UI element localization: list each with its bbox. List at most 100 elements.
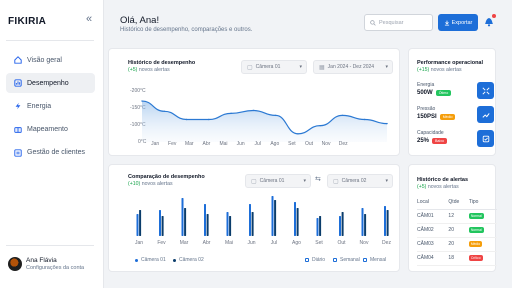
brand-logo: FIKIRIA — [8, 16, 47, 27]
user-profile[interactable]: Ana Flávia Configurações da conta — [8, 257, 84, 271]
sidebar-item-mapeamento[interactable]: Mapeamento — [6, 120, 95, 140]
energia-action-button[interactable] — [477, 82, 494, 99]
bolt-icon — [14, 102, 22, 110]
collapse-sidebar-icon[interactable]: « — [86, 13, 92, 25]
bar-camera-01 — [249, 204, 251, 236]
table-header-row: Local Qtde Tipo — [417, 195, 497, 210]
legend-camera-02: Câmera 02 — [173, 257, 204, 263]
pressao-action-button[interactable] — [477, 106, 494, 123]
map-icon — [14, 126, 22, 134]
data-point — [208, 118, 210, 121]
bar-camera-02 — [139, 210, 142, 236]
sidebar-item-energia[interactable]: Energia — [6, 96, 95, 116]
status-badge: Ótimo — [435, 90, 452, 96]
sidebar-item-visao-geral[interactable]: Visão geral — [6, 50, 95, 70]
x-tick-label: Dez — [382, 240, 391, 246]
x-tick-label: Jan — [151, 141, 159, 147]
x-tick-label: Abr — [203, 141, 211, 147]
x-tick-label: Set — [315, 240, 323, 246]
status-badge: Crítico — [468, 255, 483, 261]
page-subtitle: Histórico de desempenho, comparações e o… — [120, 27, 253, 33]
x-tick-label: Mai — [225, 240, 233, 246]
bar-camera-02 — [341, 212, 344, 236]
checkbox-icon — [363, 258, 367, 262]
trend-icon — [481, 112, 490, 118]
x-tick-label: Out — [305, 141, 314, 147]
sidebar-divider — [6, 245, 94, 246]
page-title: Olá, Ana! — [120, 15, 160, 26]
data-point — [274, 114, 277, 117]
comparison-card: Comparação de desempenho (+10) novos ale… — [108, 164, 400, 272]
sidebar-item-desempenho[interactable]: Desempenho — [6, 73, 95, 94]
capacidade-action-button[interactable] — [477, 130, 494, 147]
bar-camera-01 — [294, 202, 296, 236]
checkbox-icon — [333, 258, 337, 262]
sidebar-item-gestao-clientes[interactable]: Gestão de clientes — [6, 143, 95, 163]
sidebar-nav: Visão geral Desempenho Energia Mapeament… — [6, 50, 95, 166]
bar-camera-02 — [251, 212, 254, 236]
perf-value: 25% — [417, 138, 430, 144]
bar-camera-01 — [361, 208, 364, 236]
bar-camera-01 — [316, 218, 319, 236]
x-tick-label: Ago — [270, 141, 279, 147]
status-badge: Baixo — [432, 138, 448, 144]
sidebar-item-label: Mapeamento — [27, 126, 68, 134]
table-row[interactable]: CÂM01 12 Normal — [417, 209, 497, 224]
notification-dot — [492, 14, 496, 18]
export-button[interactable]: Exportar — [438, 14, 478, 31]
bar-camera-02 — [274, 200, 277, 236]
sidebar-item-label: Desempenho — [27, 79, 69, 87]
search-placeholder: Pesquisar — [379, 19, 404, 26]
bar-camera-02 — [229, 216, 232, 236]
legend-dot — [135, 258, 138, 262]
notifications-button[interactable] — [482, 14, 496, 28]
clients-icon — [14, 149, 22, 157]
table-row[interactable]: CÂM02 20 Normal — [417, 223, 497, 238]
data-point — [341, 114, 344, 117]
check-square-icon — [482, 135, 489, 142]
status-badge: Médio — [439, 114, 456, 120]
bar-camera-02 — [184, 208, 187, 236]
bar-camera-01 — [136, 214, 139, 236]
data-point — [364, 118, 366, 121]
search-input[interactable]: Pesquisar — [364, 14, 433, 31]
table-row[interactable]: CÂM04 18 Crítico — [417, 251, 497, 266]
period-monthly-toggle[interactable]: Mensal — [363, 257, 386, 263]
x-tick-label: Nov — [322, 141, 331, 147]
x-tick-label: Ago — [292, 240, 301, 246]
bar-camera-01 — [384, 206, 386, 236]
user-name: Ana Flávia — [26, 257, 57, 264]
home-icon — [14, 56, 22, 64]
bar-camera-02 — [386, 210, 389, 236]
column-header: Tipo — [468, 195, 497, 210]
data-point — [185, 118, 188, 121]
download-icon — [444, 20, 449, 25]
avatar — [8, 257, 22, 271]
alerts-card: Histórico de alertas (+5) novos alertas … — [408, 164, 497, 272]
column-header: Local — [417, 195, 449, 210]
x-tick-label: Fev — [168, 141, 177, 147]
sidebar: FIKIRIA « Visão geral Desempenho Energia… — [0, 0, 104, 288]
bar-camera-02 — [364, 214, 367, 236]
history-area-chart: Jan Fev Mar Abr Mai Jun Jul Ago Set Out Nov Dez — [141, 100, 388, 147]
x-tick-label: Jul — [271, 240, 277, 246]
bar-camera-01 — [181, 198, 184, 236]
area-fill — [142, 101, 387, 142]
performance-subtitle: (+15) novos alertas — [417, 67, 462, 73]
x-tick-label: Mai — [219, 141, 227, 147]
legend-camera-01: Câmera 01 — [135, 257, 166, 263]
account-settings-link[interactable]: Configurações da conta — [26, 265, 84, 271]
bar-camera-01 — [339, 216, 341, 236]
search-icon — [370, 19, 376, 26]
x-tick-label: Dez — [339, 141, 348, 147]
period-daily-toggle[interactable]: Diário — [305, 257, 325, 263]
x-tick-label: Jun — [237, 141, 245, 147]
period-weekly-toggle[interactable]: Semanal — [333, 257, 360, 263]
x-tick-label: Abr — [203, 240, 211, 246]
x-tick-label: Set — [288, 141, 296, 147]
perf-value: 500W — [417, 90, 433, 96]
status-badge: Normal — [468, 227, 484, 233]
x-tick-label: Nov — [360, 240, 369, 246]
chart-icon — [14, 79, 22, 87]
table-row[interactable]: CÂM03 20 Médio — [417, 237, 497, 252]
